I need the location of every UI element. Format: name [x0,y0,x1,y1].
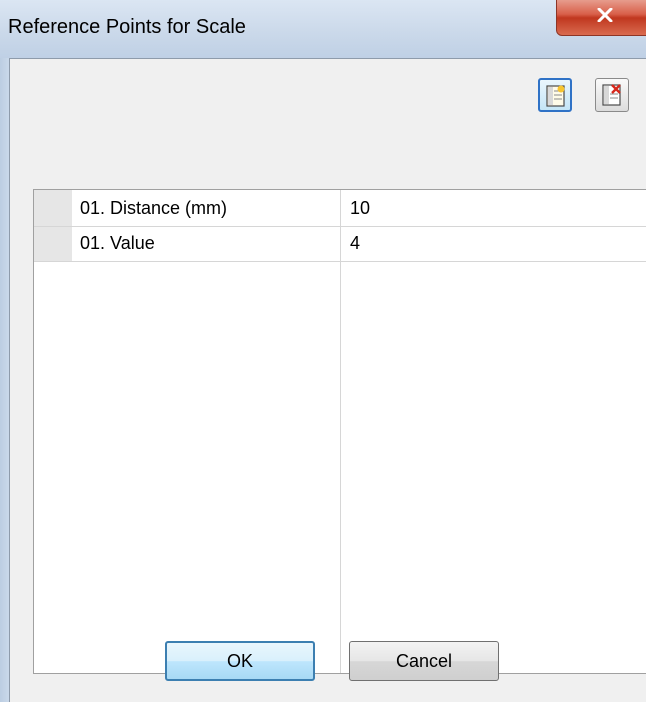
close-button[interactable] [556,0,646,36]
property-grid[interactable]: 01. Distance (mm) 10 01. Value 4 [33,189,646,674]
row-value-cell[interactable]: 10 [350,198,370,219]
add-row-icon [546,85,565,107]
close-icon [597,8,613,22]
window-frame [0,58,9,702]
dialog-window: Reference Points for Scale 01. Distance … [0,0,646,702]
delete-row-button[interactable] [595,78,629,112]
dialog-content: 01. Distance (mm) 10 01. Value 4 OK Canc… [9,58,646,702]
column-divider [340,190,341,673]
table-row[interactable]: 01. Distance (mm) 10 [34,192,646,227]
row-value-cell[interactable]: 4 [350,233,360,254]
delete-row-icon [602,84,621,106]
row-name-cell: 01. Value [80,233,155,253]
ok-button[interactable]: OK [165,641,315,681]
table-row[interactable]: 01. Value 4 [34,227,646,262]
title-bar[interactable]: Reference Points for Scale [0,0,646,58]
cancel-button[interactable]: Cancel [349,641,499,681]
row-name-cell: 01. Distance (mm) [80,198,228,218]
add-row-button[interactable] [538,78,572,112]
window-title: Reference Points for Scale [8,16,246,38]
